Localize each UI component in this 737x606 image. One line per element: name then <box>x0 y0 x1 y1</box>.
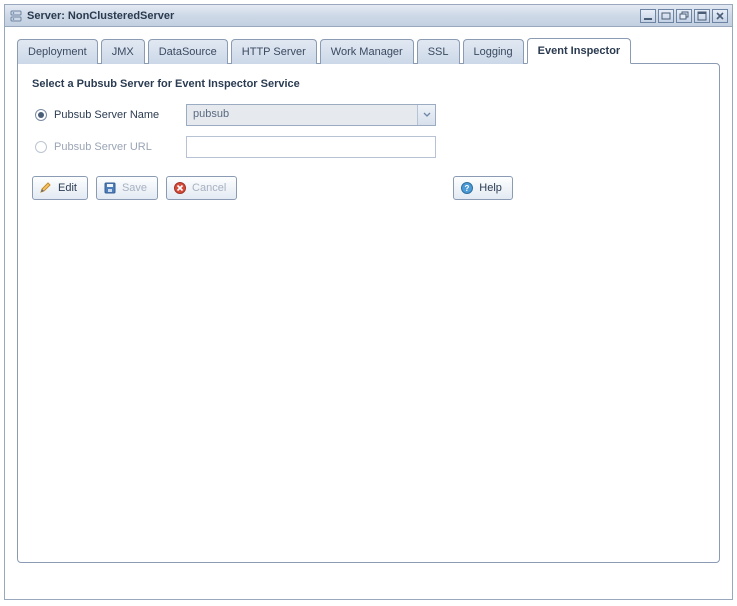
help-icon: ? <box>460 181 474 195</box>
help-button-label: Help <box>479 182 502 194</box>
window-body: Deployment JMX DataSource HTTP Server Wo… <box>5 27 732 599</box>
server-window: Server: NonClusteredServer Deployment JM… <box>4 4 733 600</box>
tab-logging[interactable]: Logging <box>463 39 524 64</box>
titlebar: Server: NonClusteredServer <box>5 5 732 27</box>
toolbar: Edit Save <box>32 176 705 200</box>
save-button-label: Save <box>122 182 147 194</box>
tab-event-inspector[interactable]: Event Inspector <box>527 38 632 64</box>
panel-heading: Select a Pubsub Server for Event Inspect… <box>32 78 705 90</box>
cancel-button-label: Cancel <box>192 182 226 194</box>
label-pubsub-url: Pubsub Server URL <box>50 141 186 153</box>
chevron-down-icon[interactable] <box>417 105 435 125</box>
tab-http-server[interactable]: HTTP Server <box>231 39 317 64</box>
row-pubsub-name: Pubsub Server Name pubsub <box>32 104 705 126</box>
server-icon <box>9 9 23 23</box>
pubsub-url-field[interactable] <box>186 136 436 158</box>
radio-pubsub-url[interactable] <box>35 141 47 153</box>
pubsub-name-combo[interactable]: pubsub <box>186 104 436 126</box>
save-button[interactable]: Save <box>96 176 158 200</box>
close-button[interactable] <box>712 9 728 23</box>
tab-jmx[interactable]: JMX <box>101 39 145 64</box>
label-pubsub-name: Pubsub Server Name <box>50 109 186 121</box>
row-pubsub-url: Pubsub Server URL <box>32 136 705 158</box>
help-button[interactable]: ? Help <box>453 176 513 200</box>
tab-work-manager[interactable]: Work Manager <box>320 39 414 64</box>
restore-button[interactable] <box>658 9 674 23</box>
tab-datasource[interactable]: DataSource <box>148 39 228 64</box>
save-icon <box>103 181 117 195</box>
cancel-icon <box>173 181 187 195</box>
title-value: NonClusteredServer <box>68 10 174 22</box>
radio-pubsub-name[interactable] <box>35 109 47 121</box>
maximize-button[interactable] <box>694 9 710 23</box>
maximize-cascade-button[interactable] <box>676 9 692 23</box>
minimize-button[interactable] <box>640 9 656 23</box>
tab-panel-event-inspector: Select a Pubsub Server for Event Inspect… <box>17 63 720 563</box>
title-prefix: Server: <box>27 10 65 22</box>
cancel-button[interactable]: Cancel <box>166 176 237 200</box>
pubsub-name-value: pubsub <box>187 105 417 125</box>
pencil-icon <box>39 181 53 195</box>
edit-button[interactable]: Edit <box>32 176 88 200</box>
tab-bar: Deployment JMX DataSource HTTP Server Wo… <box>17 37 720 63</box>
svg-text:?: ? <box>465 184 470 193</box>
tab-deployment[interactable]: Deployment <box>17 39 98 64</box>
edit-button-label: Edit <box>58 182 77 194</box>
tab-ssl[interactable]: SSL <box>417 39 460 64</box>
